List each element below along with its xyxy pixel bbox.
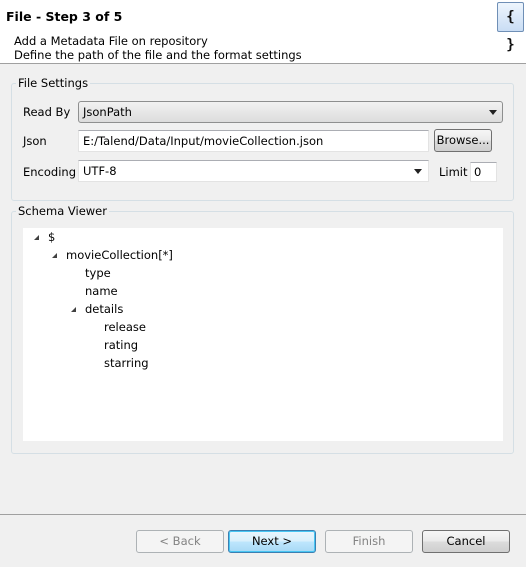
- read-by-select[interactable]: JsonPath: [78, 101, 503, 123]
- expand-arrow-icon[interactable]: [34, 235, 39, 240]
- encoding-select[interactable]: UTF-8: [78, 160, 429, 182]
- file-settings-legend: File Settings: [16, 76, 91, 90]
- expand-arrow-icon[interactable]: [52, 253, 57, 258]
- wizard-description-line1: Add a Metadata File on repository: [14, 34, 208, 48]
- schema-tree[interactable]: $ movieCollection[*] type name details r…: [23, 228, 503, 441]
- tree-node-type[interactable]: type: [85, 266, 111, 280]
- schema-viewer-legend: Schema Viewer: [16, 204, 109, 218]
- read-by-value: JsonPath: [83, 105, 132, 119]
- wizard-title: File - Step 3 of 5: [6, 9, 123, 24]
- tree-node-details[interactable]: details: [85, 302, 123, 316]
- read-by-label: Read By: [23, 105, 71, 119]
- footer-separator: [0, 514, 526, 515]
- expand-arrow-icon[interactable]: [71, 307, 76, 312]
- back-button[interactable]: < Back: [136, 530, 224, 553]
- encoding-value: UTF-8: [83, 164, 117, 178]
- tree-node-starring[interactable]: starring: [104, 356, 149, 370]
- json-path-input[interactable]: E:/Talend/Data/Input/movieCollection.jso…: [78, 130, 429, 152]
- cancel-button[interactable]: Cancel: [422, 530, 510, 553]
- json-label: Json: [23, 134, 47, 148]
- wizard-header: File - Step 3 of 5 Add a Metadata File o…: [0, 0, 526, 64]
- finish-button[interactable]: Finish: [325, 530, 413, 553]
- wizard-description-line2: Define the path of the file and the form…: [14, 48, 302, 62]
- tree-node-name[interactable]: name: [85, 284, 118, 298]
- tree-node-rating[interactable]: rating: [104, 338, 138, 352]
- json-braces-icon: { }: [497, 2, 524, 53]
- limit-input[interactable]: 0: [470, 162, 497, 182]
- tree-node-moviecollection[interactable]: movieCollection[*]: [66, 248, 173, 262]
- browse-button[interactable]: Browse...: [434, 129, 492, 152]
- chevron-down-icon: [489, 110, 497, 115]
- next-button[interactable]: Next >: [228, 530, 316, 553]
- encoding-label: Encoding: [23, 165, 76, 179]
- chevron-down-icon: [414, 169, 422, 174]
- tree-node-release[interactable]: release: [104, 320, 146, 334]
- tree-node-root[interactable]: $: [48, 230, 55, 244]
- limit-label: Limit: [439, 165, 468, 179]
